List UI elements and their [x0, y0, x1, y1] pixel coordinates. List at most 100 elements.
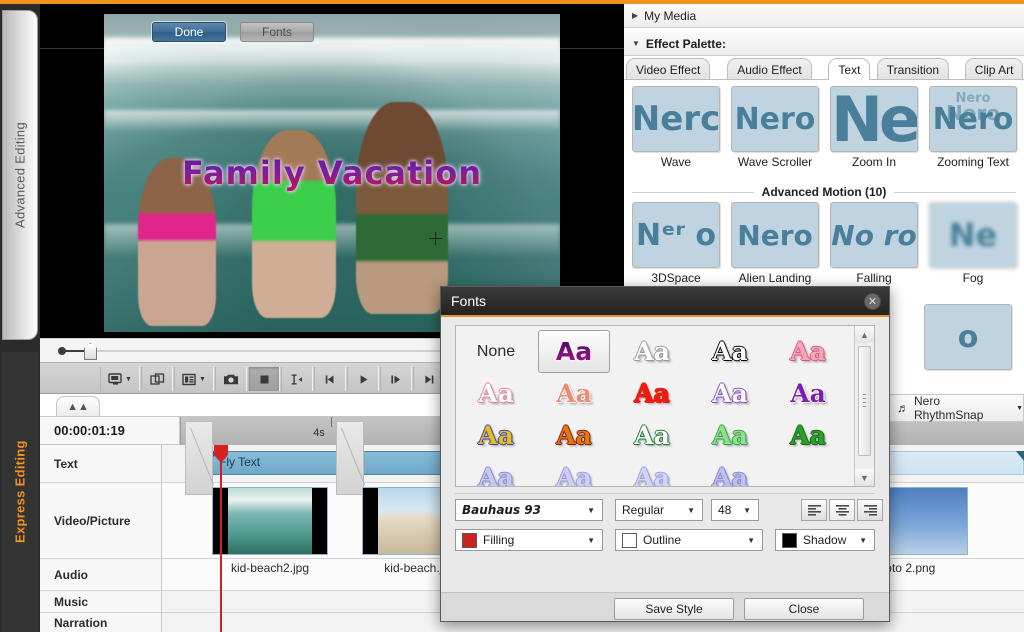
monitor-icon — [108, 372, 123, 386]
font-style-none[interactable]: None — [460, 330, 532, 373]
track-label-video-picture: Video/Picture — [40, 483, 162, 559]
font-style-swatch-text: Aa — [634, 421, 670, 450]
font-style-swatch-7[interactable]: Aa — [694, 372, 766, 415]
outline-color-dropdown[interactable]: Outline ▼ — [615, 529, 763, 551]
close-button[interactable]: Close — [744, 598, 864, 620]
transition-slot-2[interactable] — [336, 421, 364, 495]
font-style-swatch-15[interactable]: Aa — [538, 456, 610, 486]
transition-slot-1[interactable] — [185, 421, 213, 495]
chevron-down-icon: ▼ — [859, 535, 867, 545]
accordion-my-media[interactable]: ▶ My Media — [624, 4, 1024, 28]
effect-cell-falling[interactable]: No ro Falling — [830, 202, 918, 285]
close-button-label: Close — [788, 602, 820, 616]
accordion-effect-palette[interactable]: ▼ Effect Palette: — [624, 32, 1024, 56]
font-style-swatch-6[interactable]: Aa — [616, 372, 688, 415]
font-style-swatch-17[interactable]: Aa — [694, 456, 766, 486]
effect-palette-label: Effect Palette: — [645, 36, 726, 51]
font-style-swatch-2[interactable]: Aa — [694, 330, 766, 373]
fonts-dialog: Fonts ✕ None Aa Aa Aa Aa Aa Aa Aa Aa Aa Aa Aa Aa Aa A… — [440, 286, 890, 622]
effect-cell-partial[interactable]: o — [924, 304, 1012, 370]
font-size-dropdown[interactable]: 48 ▼ — [711, 499, 759, 521]
align-left-button[interactable] — [801, 499, 827, 521]
rhythm-snap-label: Nero RhythmSnap — [914, 394, 984, 422]
effect-cell-wave[interactable]: Nerc Wave — [632, 86, 720, 169]
timeline-playhead[interactable] — [214, 445, 228, 632]
effect-label: Fog — [962, 271, 984, 285]
display-mode-button[interactable]: ▼ — [100, 367, 140, 391]
font-style-swatch-1[interactable]: Aa — [616, 330, 688, 373]
timeline-thumbnail-kid-beach2[interactable] — [212, 487, 328, 555]
font-style-swatch-5[interactable]: Aa — [538, 372, 610, 415]
font-style-swatch-8[interactable]: Aa — [772, 372, 844, 415]
font-style-swatch-14[interactable]: Aa — [460, 456, 532, 486]
font-style-swatch-13[interactable]: Aa — [772, 414, 844, 457]
fonts-button[interactable]: Fonts — [240, 22, 314, 42]
font-style-none-label: None — [476, 342, 516, 360]
font-style-swatch-4[interactable]: Aa — [460, 372, 532, 415]
overlay-title-text[interactable]: Family Vacation — [104, 154, 560, 192]
mode-tab-advanced-editing[interactable]: Advanced Editing — [2, 10, 38, 340]
title-anchor-crosshair-icon[interactable] — [429, 232, 442, 245]
filling-color-dropdown[interactable]: Filling ▼ — [455, 529, 603, 551]
effect-preview-text: Nerc — [632, 99, 720, 139]
effect-label: Zoom In — [851, 155, 896, 169]
effect-cell-zoom-in[interactable]: Ne Zoom In — [830, 86, 918, 169]
timeline-collapse-button[interactable]: ▲▲ — [56, 396, 100, 416]
ruler-tick — [331, 417, 332, 427]
skip-end-icon — [422, 373, 437, 386]
font-style-swatch-9[interactable]: Aa — [460, 414, 532, 457]
font-style-swatch-3[interactable]: Aa — [772, 330, 844, 373]
font-style-swatch-text: Aa — [478, 379, 514, 408]
font-style-swatch-11[interactable]: Aa — [616, 414, 688, 457]
set-in-point-button[interactable] — [281, 367, 313, 391]
effect-cell-fog[interactable]: Ne Fog — [929, 202, 1017, 285]
play-button[interactable] — [347, 367, 379, 391]
font-style-swatch-text: Aa — [634, 337, 670, 366]
layout-button[interactable]: ▼ — [174, 367, 214, 391]
effect-label: Zooming Text — [937, 155, 1009, 169]
font-style-swatch-10[interactable]: Aa — [538, 414, 610, 457]
effect-cell-3dspace[interactable]: Nᵉʳ o 3DSpace — [632, 202, 720, 285]
figure-child-3 — [356, 102, 448, 314]
tab-transition[interactable]: Transition — [876, 58, 950, 80]
tab-text[interactable]: Text — [828, 58, 871, 80]
tab-label: Transition — [886, 62, 940, 77]
tab-audio-effect[interactable]: Audio Effect — [727, 58, 812, 80]
controls-separator — [455, 493, 875, 494]
tab-label: Video Effect — [636, 62, 701, 77]
seek-handle[interactable] — [84, 343, 97, 360]
ruler-tick-label: 4s — [313, 427, 325, 439]
video-preview-canvas[interactable]: Family Vacation — [104, 14, 560, 332]
next-frame-button[interactable] — [380, 367, 412, 391]
scroll-down-icon[interactable]: ▼ — [855, 469, 874, 486]
step-back-icon — [323, 373, 338, 386]
scroll-up-icon[interactable]: ▲ — [855, 326, 874, 343]
effect-cell-alien-landing[interactable]: Nero Alien Landing — [731, 202, 819, 285]
tab-clip-art[interactable]: Clip Art — [964, 58, 1024, 80]
effect-cell-wave-scroller[interactable]: Nero Wave Scroller — [731, 86, 819, 169]
snapshot-button[interactable] — [215, 367, 247, 391]
stop-button[interactable] — [248, 367, 280, 391]
font-grid-scrollbar[interactable]: ▲ ▼ — [854, 326, 874, 486]
timecode-value: 00:00:01:19 — [54, 423, 125, 438]
mode-tab-express-editing[interactable]: Express Editing — [2, 352, 38, 632]
tab-video-effect[interactable]: Video Effect — [626, 58, 711, 80]
font-style-swatch-0[interactable]: Aa — [538, 330, 610, 373]
rhythm-snap-dropdown[interactable]: ♬ Nero RhythmSnap ▼ — [888, 394, 1024, 422]
shadow-color-dropdown[interactable]: Shadow ▼ — [775, 529, 875, 551]
font-style-dropdown[interactable]: Regular ▼ — [615, 499, 703, 521]
effect-cell-zooming-text[interactable]: Nero Nero Nero Zooming Text — [929, 86, 1017, 169]
font-family-dropdown[interactable]: Bauhaus 93 ▼ — [455, 499, 603, 521]
align-center-button[interactable] — [829, 499, 855, 521]
mode-tab-express-label: Express Editing — [12, 440, 28, 544]
font-style-swatch-12[interactable]: Aa — [694, 414, 766, 457]
mode-rail: Advanced Editing Express Editing — [0, 4, 40, 632]
font-style-swatch-16[interactable]: Aa — [616, 456, 688, 486]
save-style-button[interactable]: Save Style — [614, 598, 734, 620]
chevron-down-icon: ▼ — [199, 375, 206, 383]
previous-frame-button[interactable] — [314, 367, 346, 391]
align-right-button[interactable] — [857, 499, 883, 521]
done-button[interactable]: Done — [152, 22, 226, 42]
fullscreen-button[interactable] — [141, 367, 173, 391]
close-icon[interactable]: ✕ — [864, 293, 881, 310]
